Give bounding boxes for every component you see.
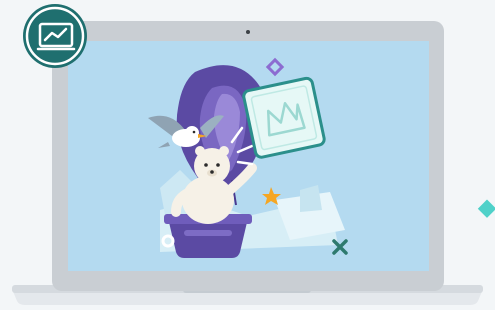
chart-badge [23,4,87,68]
crown-card [242,76,326,159]
camera-icon [246,30,250,34]
diamond-accent-icon [477,199,495,218]
illustration [0,0,495,310]
